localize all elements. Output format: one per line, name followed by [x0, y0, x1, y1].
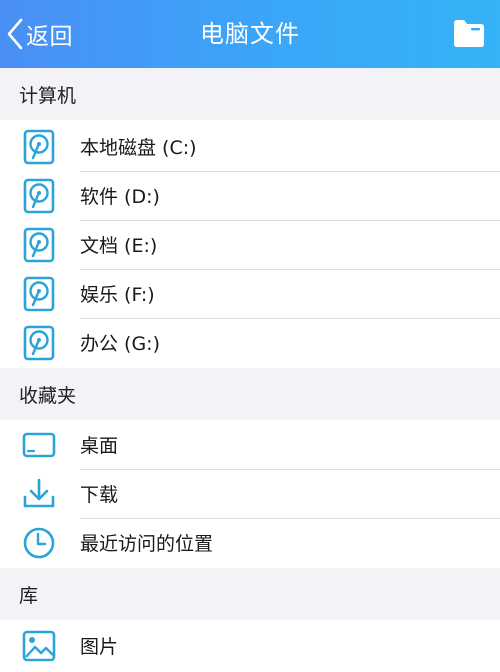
section-header-library: 库 [0, 568, 500, 620]
list-item-drive-c[interactable]: 本地磁盘 (C:) [0, 123, 500, 172]
download-icon [22, 476, 56, 512]
section-header-computer: 计算机 [0, 68, 500, 120]
page-title: 电脑文件 [200, 20, 300, 48]
recent-clock-icon [22, 525, 56, 561]
list-item-download[interactable]: 下载 [0, 470, 500, 519]
hard-drive-icon [22, 129, 56, 165]
list-item-drive-f[interactable]: 娱乐 (F:) [0, 270, 500, 319]
list-item-pictures[interactable]: 图片 [0, 622, 500, 671]
list-item-label: 图片 [80, 636, 119, 658]
list-item-label: 下载 [80, 484, 119, 506]
list-item-drive-d[interactable]: 软件 (D:) [0, 172, 500, 221]
list-item-label: 桌面 [80, 435, 119, 457]
desktop-icon [22, 427, 56, 463]
hard-drive-icon [22, 227, 56, 263]
list-item-label: 办公 (G:) [80, 333, 160, 355]
list-item-label: 娱乐 (F:) [80, 284, 155, 306]
hard-drive-icon [22, 325, 56, 361]
list-item-drive-e[interactable]: 文档 (E:) [0, 221, 500, 270]
list-item-recent[interactable]: 最近访问的位置 [0, 519, 500, 568]
list-item-desktop[interactable]: 桌面 [0, 421, 500, 470]
section-header-favorites: 收藏夹 [0, 368, 500, 420]
list-item-drive-g[interactable]: 办公 (G:) [0, 319, 500, 368]
folder-icon [452, 20, 486, 53]
list-item-label: 软件 (D:) [80, 186, 160, 208]
folder-button[interactable] [452, 17, 486, 49]
list-item-label: 本地磁盘 (C:) [80, 137, 197, 159]
image-icon [22, 628, 56, 664]
hard-drive-icon [22, 178, 56, 214]
hard-drive-icon [22, 276, 56, 312]
list-item-label: 最近访问的位置 [80, 533, 214, 555]
nav-header: 返回 电脑文件 [0, 0, 500, 68]
list-item-label: 文档 (E:) [80, 235, 158, 257]
